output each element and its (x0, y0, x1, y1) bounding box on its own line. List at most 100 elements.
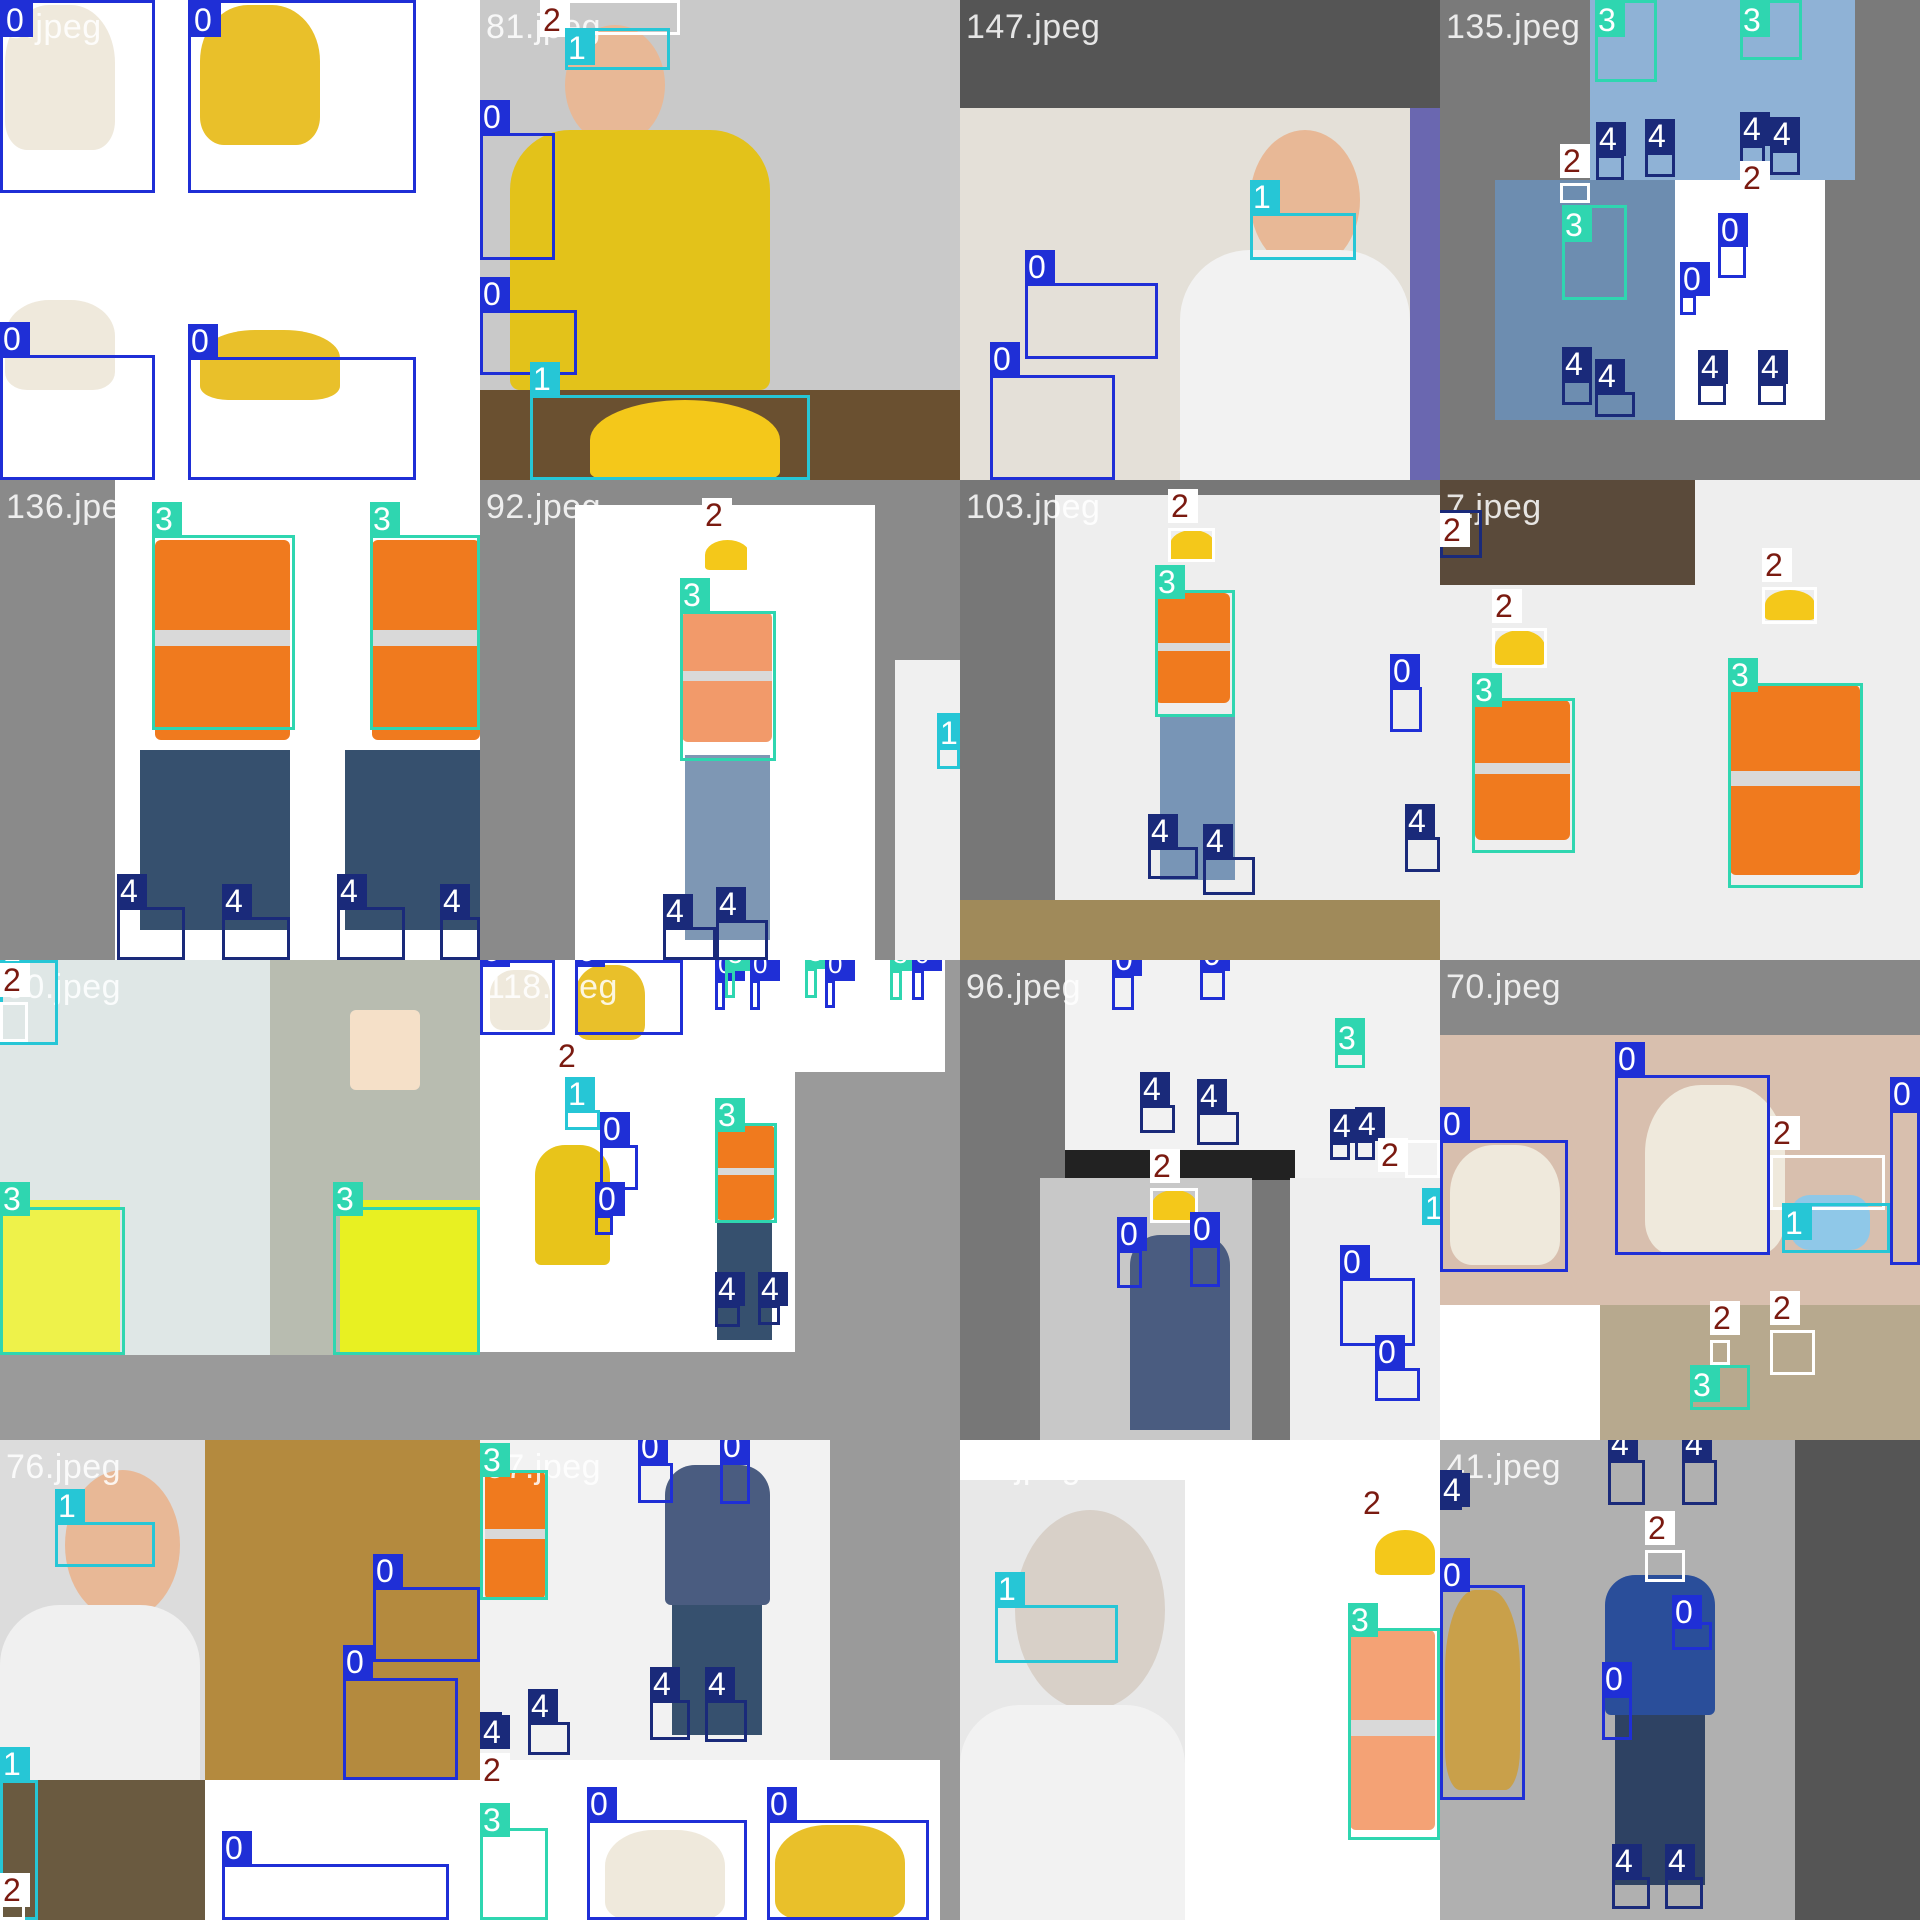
bbox-4: 4 (1682, 1440, 1717, 1505)
bbox-label: 2 (1440, 513, 1470, 547)
scene-background (1440, 1305, 1600, 1440)
tile-50-jpeg: 50.jpeg 1 2 3 3 (0, 960, 480, 1440)
bbox-label: 0 (1440, 1558, 1470, 1592)
bbox-4: 4 (1770, 117, 1800, 175)
bbox-3: 3 (1472, 673, 1575, 853)
bbox-label: 3 (152, 502, 182, 536)
bbox-2: 2 (1168, 489, 1215, 562)
bbox-0: 0 (1602, 1662, 1632, 1740)
bbox-label: 0 (343, 1645, 373, 1679)
bbox-4: 4 (1608, 1440, 1645, 1505)
bbox-label: 3 (1472, 673, 1502, 707)
bbox-label: 2 (0, 1873, 30, 1907)
person-body (665, 1465, 770, 1605)
bbox-label: 0 (1680, 262, 1710, 296)
bbox-label: 0 (3, 3, 33, 37)
tile-filename: 70.jpeg (1446, 968, 1562, 1006)
bbox-4: 4 (528, 1689, 570, 1755)
bbox-label: 4 (1148, 814, 1178, 848)
bbox-label: 4 (663, 894, 693, 928)
bbox-label: 4 (758, 1272, 788, 1306)
bbox-3: 3 (333, 1182, 480, 1355)
bbox-0: 0 (720, 1440, 750, 1504)
bbox-3: 3 (1740, 0, 1802, 60)
bbox-3: 3 (715, 1098, 777, 1223)
bbox-3: 3 (1595, 0, 1657, 82)
bbox-label: 1 (565, 1077, 595, 1111)
bbox-label: 2 (1360, 1486, 1390, 1520)
window (350, 1010, 420, 1090)
bbox-3: 3 (1335, 1018, 1365, 1068)
tile-103-jpeg: 103.jpeg 2 3 0 4 4 4 (960, 480, 1440, 960)
bbox-label: 3 (715, 1098, 745, 1132)
tile-38-jpeg: 38.jpeg 1 2 3 (960, 1440, 1440, 1920)
bbox-label: 2 (1645, 1511, 1675, 1545)
bbox-label: 0 (1025, 250, 1055, 284)
bbox-4: 4 (1665, 1844, 1703, 1909)
bbox-label: 1 (1250, 180, 1280, 214)
bbox-label: 3 (1595, 3, 1625, 37)
mosaic-grid: 3.jpeg 0 0 0 0 81.jpeg 2 1 0 0 1 147.jpe… (0, 0, 1920, 1920)
bbox-label: 0 (912, 960, 942, 971)
bbox-4: 4 (1197, 1079, 1239, 1145)
bbox-2: 2 (1770, 1291, 1815, 1375)
bbox-0: 0 (1890, 1077, 1920, 1265)
bbox-label: 0 (191, 3, 221, 37)
bbox-2: 2 (1770, 1116, 1885, 1210)
bbox-label: 0 (188, 324, 218, 358)
bbox-label: 0 (1340, 1245, 1370, 1279)
scene-background (1065, 1150, 1295, 1180)
tile-filename: 92.jpeg (486, 488, 602, 526)
bbox-label: 4 (1405, 804, 1435, 838)
bbox-label: 2 (1710, 1301, 1740, 1335)
bbox-4: 4 (1562, 347, 1592, 405)
tile-97-jpeg: 97.jpeg 3 0 0 4 4 4 4 2 3 0 0 (480, 1440, 960, 1920)
tile-41-jpeg: 41.jpeg 4 4 4 0 2 0 0 4 4 (1440, 1440, 1920, 1920)
tile-7-jpeg: 7.jpeg 4 2 2 2 3 3 (1440, 480, 1920, 960)
bbox-3: 3 (725, 960, 755, 998)
bbox-4: 4 (1612, 1844, 1650, 1909)
bbox-3: 3 (480, 1803, 548, 1920)
tile-filename: 103.jpeg (966, 488, 1101, 526)
bbox-label: 0 (1112, 960, 1142, 976)
bbox-1: 1 (1782, 1203, 1890, 1253)
bbox-0: 0 (750, 960, 780, 1010)
bbox-1: 1 (995, 1572, 1118, 1663)
bbox-2: 2 (1440, 513, 1470, 547)
tile-filename: 136.jpeg (6, 488, 141, 526)
tile-81-jpeg: 81.jpeg 2 1 0 0 1 (480, 0, 960, 480)
bbox-label: 2 (1168, 489, 1198, 523)
bbox-0: 0 (638, 1440, 673, 1503)
bbox-label: 2 (0, 963, 30, 997)
bbox-2: 2 (0, 963, 30, 1042)
bbox-label: 1 (1422, 1191, 1440, 1225)
bbox-label: 1 (530, 362, 560, 396)
bbox-label: 4 (705, 1667, 735, 1701)
bbox-1: 1 (565, 1077, 600, 1130)
bbox-0: 0 (480, 100, 555, 260)
bbox-0: 0 (595, 1182, 625, 1235)
bbox-label: 4 (1595, 359, 1625, 393)
bbox-label: 2 (1770, 1291, 1800, 1325)
bbox-label: 0 (1375, 1335, 1405, 1369)
bbox-label: 4 (650, 1667, 680, 1701)
bbox-label: 0 (1615, 1042, 1645, 1076)
bbox-label: 1 (995, 1572, 1025, 1606)
bbox-label: 3 (1155, 565, 1185, 599)
bbox-3: 3 (890, 960, 920, 1000)
bbox-label: 0 (595, 1182, 625, 1216)
bbox-2: 2 (702, 498, 750, 573)
bbox-0: 0 (912, 960, 942, 1000)
bbox-label: 4 (1562, 347, 1592, 381)
bbox-label: 0 (1602, 1662, 1632, 1696)
bbox-2: 2 (1378, 1138, 1440, 1178)
bbox-3: 3 (805, 960, 835, 998)
bbox-label: 4 (1645, 119, 1675, 153)
bbox-4: 4 (663, 894, 716, 960)
bbox-3: 3 (1155, 565, 1235, 717)
bbox-label: 3 (333, 1182, 363, 1216)
bbox-label: 0 (750, 960, 780, 981)
bbox-1: 1 (1250, 180, 1356, 260)
bbox-label: 1 (55, 1489, 85, 1523)
bbox-label: 0 (1117, 1217, 1147, 1251)
